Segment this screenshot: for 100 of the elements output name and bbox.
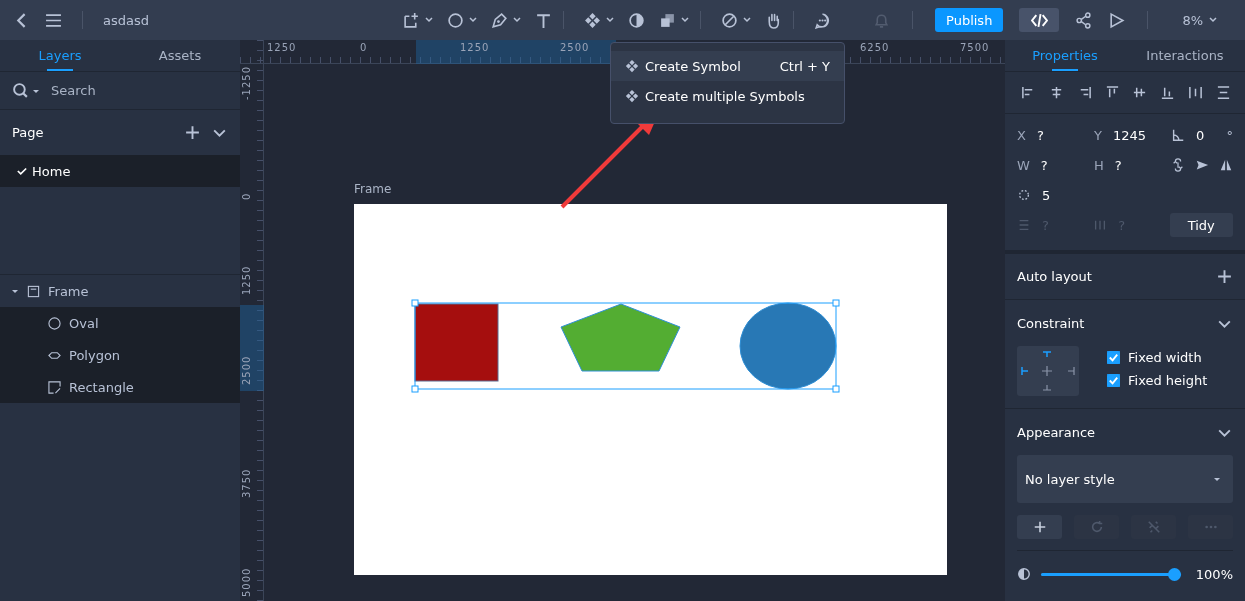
ruler-number: 0	[241, 192, 252, 200]
plus-icon	[1032, 520, 1047, 534]
align-top-icon[interactable]	[1104, 85, 1120, 100]
vertical-spacing-icon	[1017, 218, 1031, 232]
symbol-icon	[625, 59, 639, 73]
caret-icon	[1209, 16, 1217, 24]
flip-vertical-icon[interactable]	[1219, 158, 1233, 172]
caret-icon[interactable]	[743, 16, 751, 24]
text-tool-icon[interactable]	[535, 11, 552, 29]
rotation-value[interactable]: 0	[1196, 127, 1205, 143]
panel-tab[interactable]: Properties	[1005, 40, 1125, 71]
caret-icon[interactable]	[469, 16, 477, 24]
checkbox-label: Fixed height	[1128, 373, 1208, 388]
panel-tab[interactable]: Interactions	[1125, 40, 1245, 71]
circle-tool-icon[interactable]	[447, 11, 464, 29]
ruler-number: 6250	[860, 42, 890, 53]
circle-icon	[48, 316, 61, 330]
distribute-vertical-icon[interactable]	[1215, 85, 1231, 100]
square-shape[interactable]	[414, 303, 499, 382]
checkbox[interactable]	[1107, 374, 1120, 387]
distribute-horizontal-icon[interactable]	[1188, 85, 1204, 100]
section-title: Page	[12, 125, 45, 140]
layer-row[interactable]: Frame	[0, 275, 240, 307]
frame-icon	[27, 284, 40, 298]
field-label: X	[1017, 127, 1026, 143]
ruler-number: -1250	[241, 65, 252, 100]
section-title: Constraint	[1017, 315, 1085, 331]
ruler-number: 1250	[460, 42, 490, 53]
slider-thumb[interactable]	[1168, 567, 1181, 581]
horizontal-spacing-icon	[1093, 218, 1108, 232]
radius-value[interactable]: 5	[1042, 187, 1051, 203]
align-bottom-icon[interactable]	[1160, 85, 1176, 100]
broken-link-icon	[1146, 520, 1161, 534]
share-icon[interactable]	[1075, 11, 1093, 29]
symbol-icon[interactable]	[584, 11, 601, 29]
field-label: H	[1094, 157, 1104, 173]
tidy-button[interactable]: Tidy	[1169, 213, 1233, 237]
layer-style-dropdown[interactable]: No layer style	[1017, 455, 1233, 503]
play-icon[interactable]	[1108, 11, 1126, 29]
pen-tool-icon[interactable]	[491, 11, 508, 29]
menu-icon[interactable]	[45, 11, 62, 29]
symbol-icon	[625, 89, 639, 103]
selection-box[interactable]	[411, 299, 840, 393]
contrast-icon[interactable]	[628, 11, 645, 29]
check-icon	[17, 166, 27, 176]
constrain-proportions-icon[interactable]	[1171, 158, 1185, 172]
mask-icon[interactable]	[721, 11, 738, 29]
ruler-number: 1250	[241, 265, 252, 295]
checkbox[interactable]	[1107, 351, 1120, 364]
ruler-number: 1250	[267, 42, 297, 53]
caret-icon[interactable]	[606, 16, 614, 24]
layer-row[interactable]: Polygon	[0, 339, 240, 371]
hand-icon[interactable]	[765, 11, 782, 29]
field-label: Y	[1094, 127, 1102, 143]
refresh-icon	[1089, 520, 1104, 534]
caret-icon	[1213, 475, 1221, 483]
frame-tool-icon[interactable]	[403, 11, 420, 29]
panel-tab[interactable]: Layers	[0, 40, 120, 71]
section-title: Appearance	[1017, 424, 1096, 440]
ruler-number: 3750	[241, 468, 252, 498]
menu-item[interactable]: Create Symbol Ctrl + Y	[611, 51, 844, 81]
height-value[interactable]: ?	[1114, 157, 1122, 173]
circle-shape[interactable]	[739, 302, 837, 390]
ruler-number: 7500	[960, 42, 990, 53]
boolean-icon[interactable]	[659, 11, 676, 29]
ruler-number: 2500	[241, 355, 252, 385]
shortcut-text: Ctrl + Y	[779, 58, 830, 74]
plus-icon[interactable]	[184, 124, 201, 141]
search-field[interactable]: Search	[49, 82, 228, 99]
pentagon-shape[interactable]	[560, 303, 681, 372]
degree-unit: °	[1226, 127, 1233, 143]
field-label: W	[1017, 157, 1030, 173]
ruler-number: 2500	[560, 42, 590, 53]
add-style-button[interactable]	[1017, 515, 1062, 539]
caret-icon[interactable]	[425, 16, 433, 24]
panel-tab[interactable]: Assets	[120, 40, 240, 71]
opacity-icon	[1017, 567, 1031, 581]
corner-radius-icon	[1017, 188, 1031, 202]
caret-down-icon[interactable]	[11, 287, 19, 295]
caret-icon[interactable]	[513, 16, 521, 24]
checkbox-label: Fixed width	[1128, 350, 1202, 365]
file-name: asdasd	[103, 12, 149, 28]
code-button[interactable]	[1019, 8, 1060, 32]
opacity-slider[interactable]	[1041, 567, 1181, 581]
caret-icon[interactable]	[681, 16, 689, 24]
layer-row[interactable]: Oval	[0, 307, 240, 339]
zoom-dropdown[interactable]: 8%	[1182, 12, 1217, 28]
opacity-value[interactable]: 100%	[1195, 566, 1233, 582]
code-icon	[1030, 11, 1048, 29]
plus-icon[interactable]	[1216, 268, 1233, 285]
x-value[interactable]: ?	[1036, 127, 1044, 143]
layer-row[interactable]: Rectangle	[0, 371, 240, 403]
y-value[interactable]: 1245	[1112, 127, 1147, 143]
ruler-number: 5000	[241, 567, 252, 597]
flip-horizontal-icon[interactable]	[1195, 158, 1209, 172]
width-value[interactable]: ?	[1040, 157, 1048, 173]
page-item[interactable]: Home	[0, 155, 240, 187]
comment-icon[interactable]	[814, 11, 831, 29]
align-middle-icon[interactable]	[1132, 85, 1148, 100]
section-title: Auto layout	[1017, 269, 1092, 284]
